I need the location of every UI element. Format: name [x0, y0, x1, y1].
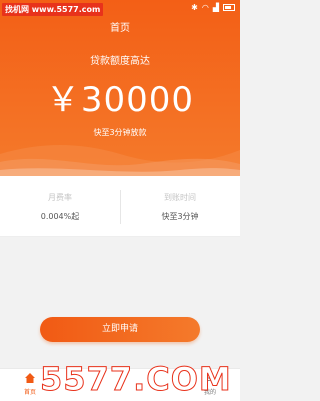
loan-info-panel: 月费率 0.004%起 到账时间 快至3分钟 — [0, 176, 240, 237]
arrival-value: 快至3分钟 — [161, 212, 199, 221]
page-title: 首页 — [110, 23, 130, 34]
limit-subtitle: 贷款额度高达 — [90, 56, 150, 67]
arrival-label: 到账时间 — [164, 193, 196, 202]
hero-banner: 找机网 www.5577.com ✱ ◠ ▟ 首页 贷款额度高达 ￥30000 … — [0, 0, 240, 176]
bluetooth-icon: ✱ — [191, 3, 198, 12]
home-icon — [25, 373, 35, 383]
wifi-icon: ◠ — [201, 3, 209, 12]
loan-amount: ￥30000 — [45, 80, 195, 120]
status-bar: 找机网 www.5577.com ✱ ◠ ▟ — [0, 0, 240, 18]
rate-label: 月费率 — [48, 193, 72, 202]
arrival-cell: 到账时间 快至3分钟 — [120, 176, 240, 236]
bottom-watermark: 5577.COM — [40, 360, 232, 399]
rate-cell: 月费率 0.004%起 — [0, 176, 120, 236]
rate-value: 0.004%起 — [40, 212, 80, 221]
site-watermark: 找机网 www.5577.com — [2, 3, 104, 16]
apply-button[interactable]: 立即申请 — [40, 317, 200, 342]
signal-icon: ▟ — [212, 3, 219, 12]
battery-icon — [223, 4, 235, 11]
status-icons: ✱ ◠ ▟ — [191, 3, 235, 12]
wave-decoration — [0, 145, 240, 176]
